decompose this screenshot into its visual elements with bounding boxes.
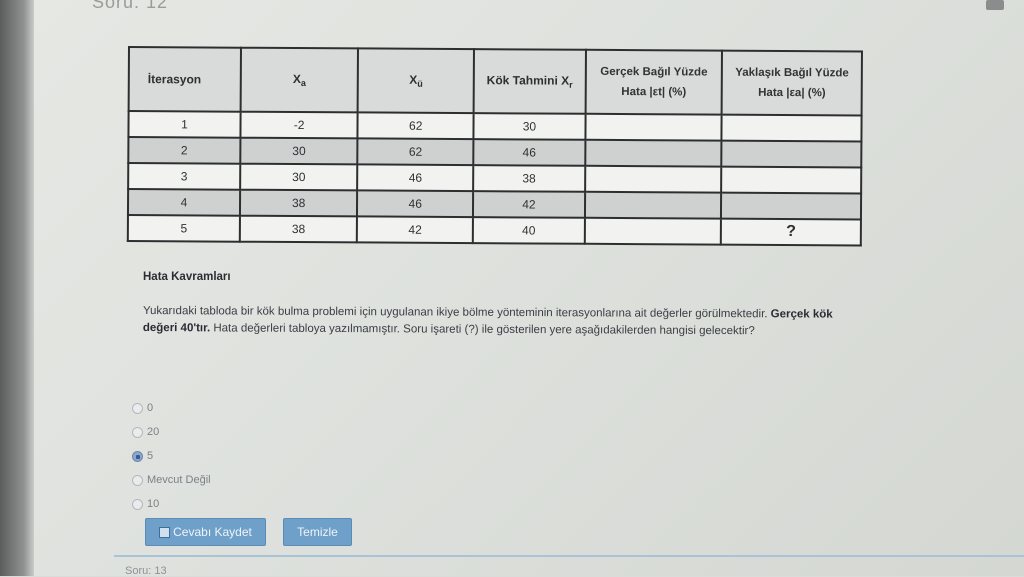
option-label: 20 xyxy=(147,426,160,438)
monitor-bezel xyxy=(0,0,34,576)
save-icon xyxy=(159,526,171,538)
save-answer-label: Cevabı Kaydet xyxy=(173,525,252,539)
question-title: Soru: 12 xyxy=(92,0,169,12)
cell-approx-error xyxy=(721,192,862,220)
cell-true-error xyxy=(585,139,722,167)
cell-xr: 30 xyxy=(473,113,586,140)
option-10[interactable]: 10 xyxy=(132,492,211,516)
cell-iteration: 3 xyxy=(128,163,241,190)
header-xu: Xü xyxy=(358,48,475,114)
cell-approx-error-question: ? xyxy=(721,218,861,246)
cell-true-error xyxy=(584,191,722,219)
option-label: 10 xyxy=(147,498,160,510)
radio-button[interactable] xyxy=(132,402,143,414)
question-text: Yukarıdaki tabloda bir kök bulma problem… xyxy=(142,304,833,338)
option-5[interactable]: 5 xyxy=(132,444,211,468)
cell-xa: -2 xyxy=(240,111,359,139)
option-0[interactable]: 0 xyxy=(132,396,211,420)
save-answer-button[interactable]: Cevabı Kaydet xyxy=(145,518,266,546)
cell-approx-error xyxy=(721,140,862,168)
table-row: 5 38 42 40 ? xyxy=(127,215,861,246)
header-xa: Xa xyxy=(240,47,359,113)
iteration-table: İterasyon Xa Xü Kök Tahmini Xr Gerçek Ba… xyxy=(126,46,863,247)
radio-button[interactable] xyxy=(132,426,143,438)
cell-xa: 30 xyxy=(240,137,358,165)
cell-true-error xyxy=(584,217,722,245)
answer-options: 0 20 5 Mevcut Değil 10 xyxy=(132,396,211,516)
cell-xu: 62 xyxy=(357,112,474,140)
cell-xa: 30 xyxy=(239,163,358,191)
header-approx-error: Yaklaşık Bağıl Yüzde Hata |εa| (%) xyxy=(721,50,862,116)
table-header-row: İterasyon Xa Xü Kök Tahmini Xr Gerçek Ba… xyxy=(128,47,862,116)
cell-true-error xyxy=(584,165,722,193)
divider xyxy=(114,555,1024,557)
option-label: 0 xyxy=(147,402,154,414)
cell-xr: 46 xyxy=(473,139,586,166)
radio-button[interactable] xyxy=(132,498,143,510)
radio-button[interactable] xyxy=(132,474,143,486)
radio-button-selected[interactable] xyxy=(132,450,143,462)
cell-xu: 42 xyxy=(357,216,473,244)
cell-xa: 38 xyxy=(239,189,358,217)
clear-button[interactable]: Temizle xyxy=(283,518,352,546)
next-question-title: Soru: 13 xyxy=(125,565,167,577)
option-label: 5 xyxy=(147,450,154,462)
option-mevcut-degil[interactable]: Mevcut Değil xyxy=(132,468,211,492)
header-true-error: Gerçek Bağıl Yüzde Hata |εt| (%) xyxy=(585,49,723,115)
cell-iteration: 2 xyxy=(128,137,241,164)
cell-xa: 38 xyxy=(239,215,358,243)
cell-iteration: 5 xyxy=(127,215,240,242)
cell-xu: 46 xyxy=(357,164,474,192)
cell-iteration: 4 xyxy=(127,189,240,216)
cell-xr: 38 xyxy=(473,165,586,192)
section-title: Hata Kavramları xyxy=(143,271,231,283)
cell-xu: 46 xyxy=(357,190,474,218)
header-iteration: İterasyon xyxy=(128,47,241,112)
header-root-estimate: Kök Tahmini Xr xyxy=(473,49,586,114)
cell-approx-error xyxy=(721,114,862,142)
cell-true-error xyxy=(585,113,722,141)
cell-approx-error xyxy=(721,166,862,194)
cell-iteration: 1 xyxy=(128,111,241,138)
cell-xr: 40 xyxy=(472,217,585,244)
iteration-table-wrap: İterasyon Xa Xü Kök Tahmini Xr Gerçek Ba… xyxy=(126,46,863,247)
option-20[interactable]: 20 xyxy=(132,420,211,444)
cell-xr: 42 xyxy=(472,191,585,218)
window-icon[interactable] xyxy=(986,0,1004,10)
cell-xu: 62 xyxy=(357,138,474,166)
option-label: Mevcut Değil xyxy=(147,474,211,486)
clear-label: Temizle xyxy=(297,525,338,539)
